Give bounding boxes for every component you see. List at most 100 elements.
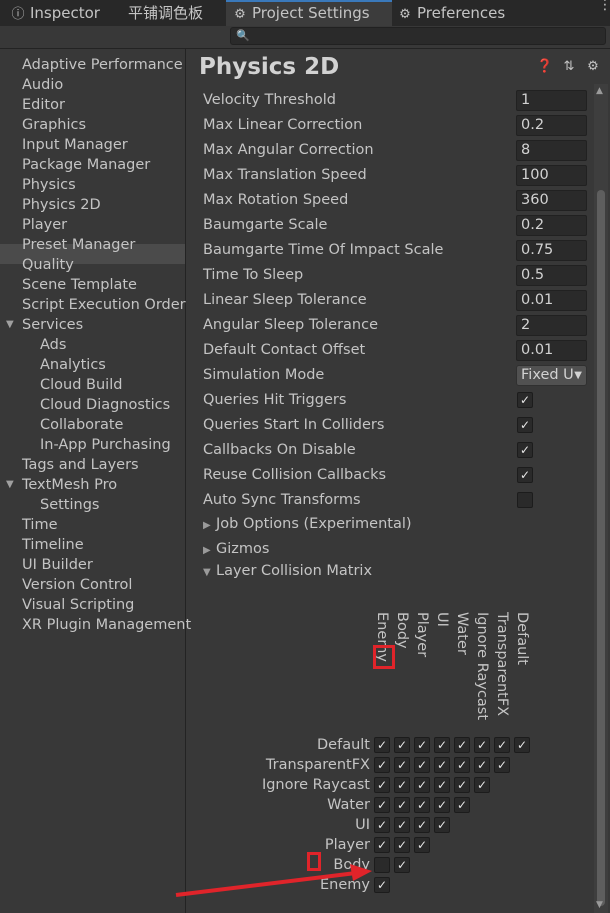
more-menu-icon[interactable]: ⋮ <box>598 0 610 12</box>
matrix-checkbox-checked[interactable]: ✓ <box>374 817 390 833</box>
scroll-up-arrow-icon[interactable]: ▲ <box>596 86 603 96</box>
property-checkbox-checked[interactable]: ✓ <box>517 417 533 433</box>
sidebar-item[interactable]: TextMesh Pro <box>22 475 117 495</box>
property-checkbox[interactable] <box>517 492 533 508</box>
sidebar-item[interactable]: Cloud Diagnostics <box>40 395 170 415</box>
matrix-checkbox-checked[interactable]: ✓ <box>394 777 410 793</box>
matrix-checkbox-checked[interactable]: ✓ <box>494 737 510 753</box>
number-field[interactable]: 0.01 <box>516 290 587 311</box>
simulation-mode-dropdown[interactable]: Fixed U ▼ <box>516 365 587 386</box>
sidebar-item[interactable]: Editor <box>22 95 65 115</box>
presets-icon[interactable]: ⇅ <box>560 59 578 74</box>
matrix-checkbox-checked[interactable]: ✓ <box>374 777 390 793</box>
search-input[interactable]: 🔍 <box>230 27 606 45</box>
number-field[interactable]: 0.5 <box>516 265 587 286</box>
matrix-checkbox-checked[interactable]: ✓ <box>394 857 410 873</box>
foldout-job-options[interactable]: ▶ Job Options (Experimental) <box>203 513 412 535</box>
matrix-checkbox-checked[interactable]: ✓ <box>374 837 390 853</box>
tab-preferences[interactable]: ⚙ Preferences <box>397 0 505 26</box>
matrix-checkbox-checked[interactable]: ✓ <box>454 757 470 773</box>
number-field[interactable]: 0.2 <box>516 215 587 236</box>
sidebar-item[interactable]: Input Manager <box>22 135 128 155</box>
sidebar-item[interactable]: UI Builder <box>22 555 93 575</box>
number-field[interactable]: 0.75 <box>516 240 587 261</box>
matrix-checkbox-checked[interactable]: ✓ <box>454 777 470 793</box>
scrollbar-thumb[interactable] <box>597 190 605 906</box>
foldout-gizmos[interactable]: ▶ Gizmos <box>203 538 269 560</box>
sidebar-item[interactable]: Quality <box>22 255 74 275</box>
tab-project-settings[interactable]: ⚙ Project Settings <box>226 0 392 26</box>
sidebar-item[interactable]: XR Plugin Management <box>22 615 191 635</box>
matrix-checkbox-checked[interactable]: ✓ <box>454 797 470 813</box>
matrix-checkbox-checked[interactable]: ✓ <box>414 757 430 773</box>
sidebar-item[interactable]: Cloud Build <box>40 375 122 395</box>
sidebar-item[interactable]: Services <box>22 315 83 335</box>
matrix-checkbox[interactable] <box>374 857 390 873</box>
matrix-checkbox-checked[interactable]: ✓ <box>414 797 430 813</box>
property-checkbox-checked[interactable]: ✓ <box>517 467 533 483</box>
tab-inspector[interactable]: ⓘ Inspector <box>10 0 99 26</box>
matrix-checkbox-checked[interactable]: ✓ <box>394 837 410 853</box>
matrix-checkbox-checked[interactable]: ✓ <box>374 877 390 893</box>
matrix-checkbox-checked[interactable]: ✓ <box>514 737 530 753</box>
sidebar-item[interactable]: In-App Purchasing <box>40 435 171 455</box>
tab-tile-palette[interactable]: 平铺调色板 <box>128 0 203 26</box>
sidebar-item[interactable]: Package Manager <box>22 155 150 175</box>
number-field[interactable]: 0.01 <box>516 340 587 361</box>
sidebar-item[interactable]: Version Control <box>22 575 132 595</box>
matrix-checkbox-checked[interactable]: ✓ <box>374 757 390 773</box>
foldout-expanded-icon[interactable]: ▼ <box>6 475 16 495</box>
foldout-layer-collision-matrix[interactable]: ▼ Layer Collision Matrix <box>203 560 372 582</box>
help-icon[interactable]: ❓ <box>536 59 554 74</box>
matrix-checkbox-checked[interactable]: ✓ <box>394 737 410 753</box>
number-field[interactable]: 8 <box>516 140 587 161</box>
sidebar-item[interactable]: Script Execution Order <box>22 295 186 315</box>
sidebar-item[interactable]: Ads <box>40 335 66 355</box>
matrix-checkbox-checked[interactable]: ✓ <box>394 757 410 773</box>
sidebar-item[interactable]: Scene Template <box>22 275 137 295</box>
sidebar-item[interactable]: Tags and Layers <box>22 455 139 475</box>
matrix-checkbox-checked[interactable]: ✓ <box>394 797 410 813</box>
foldout-expanded-icon[interactable]: ▼ <box>6 315 16 335</box>
sidebar-item[interactable]: Collaborate <box>40 415 123 435</box>
matrix-checkbox-checked[interactable]: ✓ <box>414 817 430 833</box>
number-field[interactable]: 1 <box>516 90 587 111</box>
number-field[interactable]: 360 <box>516 190 587 211</box>
matrix-checkbox-checked[interactable]: ✓ <box>434 817 450 833</box>
settings-gear-icon[interactable]: ⚙ <box>584 59 602 74</box>
scroll-down-arrow-icon[interactable]: ▼ <box>596 900 603 910</box>
matrix-checkbox-checked[interactable]: ✓ <box>414 777 430 793</box>
property-checkbox-checked[interactable]: ✓ <box>517 392 533 408</box>
matrix-checkbox-checked[interactable]: ✓ <box>394 817 410 833</box>
panel-divider[interactable] <box>185 49 186 913</box>
property-checkbox-checked[interactable]: ✓ <box>517 442 533 458</box>
number-field[interactable]: 0.2 <box>516 115 587 136</box>
matrix-checkbox-checked[interactable]: ✓ <box>434 777 450 793</box>
matrix-checkbox-checked[interactable]: ✓ <box>374 737 390 753</box>
matrix-checkbox-checked[interactable]: ✓ <box>474 777 490 793</box>
matrix-checkbox-checked[interactable]: ✓ <box>434 797 450 813</box>
number-field[interactable]: 100 <box>516 165 587 186</box>
sidebar-item[interactable]: Graphics <box>22 115 86 135</box>
sidebar-item[interactable]: Physics <box>22 175 76 195</box>
sidebar-item[interactable]: Physics 2D <box>22 195 101 215</box>
matrix-checkbox-checked[interactable]: ✓ <box>374 797 390 813</box>
matrix-checkbox-checked[interactable]: ✓ <box>454 737 470 753</box>
sidebar-item[interactable]: Visual Scripting <box>22 595 134 615</box>
matrix-checkbox-checked[interactable]: ✓ <box>474 737 490 753</box>
matrix-checkbox-checked[interactable]: ✓ <box>414 837 430 853</box>
matrix-checkbox-checked[interactable]: ✓ <box>494 757 510 773</box>
sidebar-item[interactable]: Analytics <box>40 355 106 375</box>
sidebar-item[interactable]: Player <box>22 215 67 235</box>
sidebar-item[interactable]: Adaptive Performance <box>22 55 183 75</box>
sidebar-item[interactable]: Settings <box>40 495 99 515</box>
number-field[interactable]: 2 <box>516 315 587 336</box>
matrix-checkbox-checked[interactable]: ✓ <box>474 757 490 773</box>
sidebar-item[interactable]: Time <box>22 515 58 535</box>
matrix-checkbox-checked[interactable]: ✓ <box>414 737 430 753</box>
matrix-checkbox-checked[interactable]: ✓ <box>434 737 450 753</box>
sidebar-item[interactable]: Timeline <box>22 535 84 555</box>
sidebar-item[interactable]: Audio <box>22 75 63 95</box>
matrix-checkbox-checked[interactable]: ✓ <box>434 757 450 773</box>
sidebar-item[interactable]: Preset Manager <box>22 235 135 255</box>
